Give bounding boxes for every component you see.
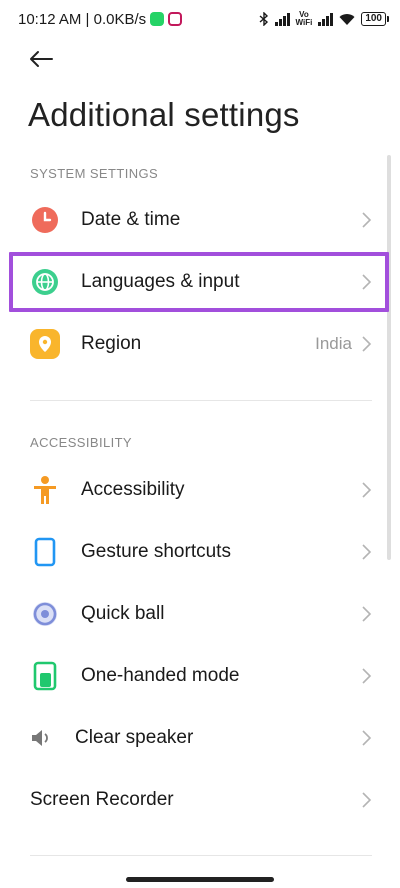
vowifi-icon: Vo WiFi xyxy=(295,10,313,27)
chevron-right-icon xyxy=(362,606,372,622)
chevron-right-icon xyxy=(362,212,372,228)
region-row[interactable]: Region India xyxy=(0,313,400,375)
date-time-row[interactable]: Date & time xyxy=(0,189,400,251)
gesture-shortcuts-label: Gesture shortcuts xyxy=(81,541,231,562)
screen-recorder-label: Screen Recorder xyxy=(30,789,174,810)
phone-outline-icon xyxy=(30,537,60,567)
divider xyxy=(30,855,372,856)
chevron-right-icon xyxy=(362,668,372,684)
clear-speaker-row[interactable]: Clear speaker xyxy=(0,707,400,769)
person-icon xyxy=(30,475,60,505)
region-value: India xyxy=(315,334,352,353)
screen-recorder-row[interactable]: Screen Recorder xyxy=(0,769,400,831)
quick-ball-icon xyxy=(30,599,60,629)
quick-ball-row[interactable]: Quick ball xyxy=(0,583,400,645)
battery-icon: 100 xyxy=(361,12,389,26)
languages-input-row[interactable]: Languages & input xyxy=(0,251,400,313)
accessibility-row[interactable]: Accessibility xyxy=(0,459,400,521)
divider xyxy=(30,400,372,401)
chevron-right-icon xyxy=(362,274,372,290)
chevron-right-icon xyxy=(362,544,372,560)
clear-speaker-label: Clear speaker xyxy=(75,727,194,748)
status-time: 10:12 AM | 0.0KB/s xyxy=(18,10,147,28)
region-label: Region xyxy=(81,333,142,354)
chevron-right-icon xyxy=(362,730,372,746)
languages-input-label: Languages & input xyxy=(81,271,240,292)
location-pin-icon xyxy=(30,329,60,359)
one-handed-icon xyxy=(30,661,60,691)
back-button[interactable] xyxy=(26,44,56,74)
quick-ball-label: Quick ball xyxy=(81,603,165,624)
notification-app-icon xyxy=(168,12,183,26)
signal-2-icon xyxy=(318,12,334,26)
home-indicator[interactable] xyxy=(126,877,274,882)
whatsapp-icon xyxy=(150,12,165,26)
bluetooth-icon xyxy=(259,12,268,26)
wifi-icon xyxy=(339,13,355,25)
chevron-right-icon xyxy=(362,482,372,498)
chevron-right-icon xyxy=(362,792,372,808)
one-handed-mode-row[interactable]: One-handed mode xyxy=(0,645,400,707)
status-bar: 10:12 AM | 0.0KB/s Vo WiFi 100 xyxy=(0,0,400,38)
signal-1-icon xyxy=(274,12,290,26)
section-header-accessibility: ACCESSIBILITY xyxy=(30,435,133,450)
chevron-right-icon xyxy=(362,336,372,352)
gesture-shortcuts-row[interactable]: Gesture shortcuts xyxy=(0,521,400,583)
page-title: Additional settings xyxy=(28,96,300,133)
speaker-icon xyxy=(30,723,52,753)
globe-icon xyxy=(30,267,60,297)
clock-icon xyxy=(30,205,60,235)
accessibility-label: Accessibility xyxy=(81,479,185,500)
date-time-label: Date & time xyxy=(81,209,181,230)
back-arrow-icon xyxy=(30,51,53,67)
section-header-system: SYSTEM SETTINGS xyxy=(30,166,159,181)
one-handed-mode-label: One-handed mode xyxy=(81,665,240,686)
